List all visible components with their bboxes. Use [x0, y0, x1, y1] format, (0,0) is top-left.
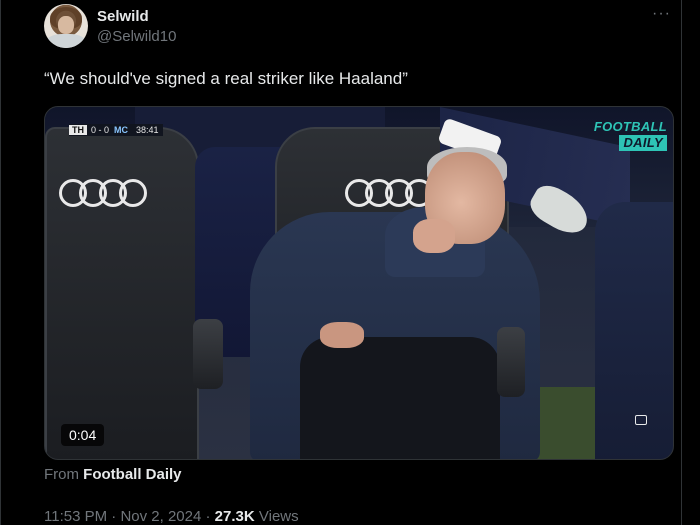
tweet-text: “We should've signed a real striker like… [44, 69, 408, 88]
views-count: 27.3K [214, 508, 255, 525]
football-daily-logo: FOOTBALL DAILY [593, 119, 667, 151]
source-link[interactable]: Football Daily [83, 466, 181, 483]
water-bottle [193, 319, 223, 389]
match-clock: 38:41 [136, 125, 159, 135]
avatar[interactable] [44, 4, 88, 48]
video-player[interactable]: TH 0 - 0 MC 38:41 FOOTBALL DAILY 0:04 [44, 106, 674, 460]
left-column-border [0, 0, 1, 525]
scorebug: TH 0 - 0 MC 38:41 [69, 124, 163, 136]
four-rings-logo-left [59, 179, 147, 207]
source-prefix: From [44, 466, 79, 483]
views-label: Views [258, 508, 299, 525]
tweet-time[interactable]: 11:53 PM [44, 508, 107, 525]
water-bottle [497, 327, 525, 397]
expand-icon[interactable] [635, 415, 647, 425]
video-duration: 0:04 [61, 424, 105, 446]
more-icon[interactable]: ··· [652, 5, 671, 23]
author-handle[interactable]: @Selwild10 [97, 28, 176, 45]
tweet-meta: 11:53 PM · Nov 2, 2024 · 27.3K Views [44, 508, 299, 525]
bench-seat-left [45, 127, 199, 459]
tweet-date[interactable]: Nov 2, 2024 [120, 508, 201, 525]
author-name[interactable]: Selwild [97, 8, 149, 25]
four-rings-logo-center [345, 179, 433, 207]
video-source: From Football Daily [44, 466, 182, 483]
right-column-border [681, 0, 682, 525]
away-team: MC [114, 125, 129, 135]
score: 0 - 0 [91, 125, 110, 135]
home-team: TH [69, 125, 87, 135]
